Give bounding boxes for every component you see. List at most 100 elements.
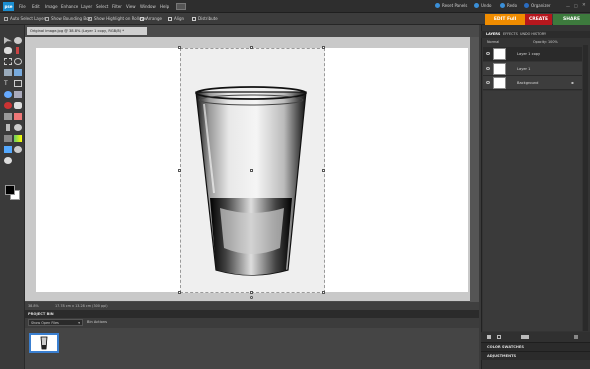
- shape-tool-icon[interactable]: [4, 146, 12, 153]
- layer-name: Background: [517, 81, 539, 85]
- red-eye-tool-icon[interactable]: [4, 102, 12, 109]
- transform-handle[interactable]: [178, 169, 181, 172]
- checkbox-icon: [88, 16, 92, 21]
- magic-wand-tool-icon[interactable]: [4, 69, 12, 76]
- checkbox-icon: [45, 16, 49, 21]
- tab-effects[interactable]: EFFECTS: [503, 32, 518, 36]
- transform-handle[interactable]: [250, 46, 253, 49]
- reset-icon: [435, 3, 440, 8]
- menu-enhance[interactable]: Enhance: [61, 4, 78, 9]
- screen-layout-icon[interactable]: [176, 3, 186, 10]
- type-tool-icon[interactable]: T: [4, 80, 12, 87]
- redo-button[interactable]: Redo: [500, 3, 517, 8]
- menu-file[interactable]: File: [19, 4, 26, 9]
- eye-icon[interactable]: [486, 52, 490, 55]
- blur-tool-icon[interactable]: [14, 146, 22, 153]
- layers-footer: [481, 332, 590, 342]
- arrange-button[interactable]: Arrange: [140, 16, 162, 21]
- document-tab[interactable]: Original image.jpg @ 38.8% (Layer 1 copy…: [27, 27, 147, 35]
- document-info: 17.78 cm x 13.28 cm (300 ppi): [55, 304, 108, 308]
- menu-edit[interactable]: Edit: [32, 4, 40, 9]
- menu-filter[interactable]: Filter: [112, 4, 122, 9]
- maximize-icon[interactable]: □: [574, 3, 578, 8]
- eye-icon[interactable]: [486, 81, 490, 84]
- move-tool-icon[interactable]: [4, 37, 12, 44]
- sponge-tool-icon[interactable]: [4, 157, 12, 164]
- opacity-label: Opacity:: [533, 40, 547, 44]
- menu-help[interactable]: Help: [160, 4, 169, 9]
- vertical-scrollbar[interactable]: [470, 37, 479, 302]
- distribute-button[interactable]: Distribute: [192, 16, 218, 21]
- align-icon: [168, 16, 172, 21]
- menu-bar: pse File Edit Image Enhance Layer Select…: [0, 0, 590, 13]
- adjustments-panel-header[interactable]: ADJUSTMENTS: [481, 351, 590, 360]
- menu-window[interactable]: Window: [140, 4, 156, 9]
- transform-handle[interactable]: [250, 291, 253, 294]
- menu-select[interactable]: Select: [96, 4, 108, 9]
- transform-handle[interactable]: [322, 169, 325, 172]
- show-highlight-option[interactable]: Show Highlight on Rollover: [88, 16, 148, 21]
- bin-actions-button[interactable]: Bin Actions: [87, 320, 107, 324]
- show-bounding-box-option[interactable]: Show Bounding Box: [45, 16, 91, 21]
- show-open-files-dropdown[interactable]: Show Open Files ▾: [28, 319, 83, 326]
- opacity-field[interactable]: 100%: [548, 40, 558, 44]
- minimize-icon[interactable]: —: [566, 4, 570, 9]
- project-bin-header[interactable]: PROJECT BIN: [25, 310, 479, 318]
- tab-layers[interactable]: LAYERS: [486, 32, 500, 36]
- healing-brush-tool-icon[interactable]: [14, 102, 22, 109]
- status-bar: 38.8% 17.78 cm x 13.28 cm (300 ppi): [25, 302, 479, 310]
- gradient-tool-icon[interactable]: [14, 135, 22, 142]
- cookie-cutter-tool-icon[interactable]: [4, 91, 12, 98]
- layer-row-layer-1-copy[interactable]: Layer 1 copy: [483, 47, 582, 61]
- eyedropper-tool-icon[interactable]: [16, 47, 19, 54]
- transform-handle[interactable]: [322, 291, 325, 294]
- close-icon[interactable]: ✕: [582, 3, 586, 8]
- layer-name: Layer 1 copy: [517, 52, 541, 56]
- align-button[interactable]: Align: [168, 16, 184, 21]
- transform-handle[interactable]: [322, 46, 325, 49]
- bin-thumbnail[interactable]: [29, 333, 59, 353]
- link-icon[interactable]: [521, 335, 529, 339]
- color-swatches-panel-header[interactable]: COLOR SWATCHES: [481, 342, 590, 351]
- quick-selection-tool-icon[interactable]: [14, 69, 22, 76]
- project-bin-controls: Show Open Files ▾ Bin Actions: [25, 318, 479, 328]
- app-logo: pse: [3, 2, 14, 11]
- clone-stamp-tool-icon[interactable]: [4, 113, 12, 120]
- rotate-handle[interactable]: [250, 296, 253, 299]
- undo-button[interactable]: Undo: [474, 3, 491, 8]
- transform-handle[interactable]: [178, 46, 181, 49]
- layer-row-layer-1[interactable]: Layer 1: [483, 62, 582, 76]
- menu-layer[interactable]: Layer: [81, 4, 92, 9]
- eraser-tool-icon[interactable]: [14, 113, 22, 120]
- zoom-level[interactable]: 38.8%: [28, 302, 39, 310]
- organizer-button[interactable]: Organizer: [524, 3, 551, 8]
- transform-handle[interactable]: [178, 291, 181, 294]
- eye-icon[interactable]: [486, 67, 490, 70]
- foreground-color-swatch-front[interactable]: [5, 185, 15, 195]
- project-bin-area: [25, 328, 479, 369]
- layer-row-background[interactable]: Background ▪: [483, 76, 582, 90]
- reset-panels-button[interactable]: Reset Panels: [435, 3, 467, 8]
- panel-scrollbar[interactable]: [583, 45, 588, 331]
- adjustment-layer-icon[interactable]: [497, 335, 501, 339]
- paint-bucket-tool-icon[interactable]: [4, 135, 12, 142]
- zoom-tool-icon[interactable]: [14, 37, 22, 44]
- menu-view[interactable]: View: [126, 4, 136, 9]
- tab-undo-history[interactable]: UNDO HISTORY: [520, 32, 546, 36]
- marquee-tool-icon[interactable]: [4, 58, 12, 65]
- hand-tool-icon[interactable]: [4, 47, 12, 54]
- menu-image[interactable]: Image: [45, 4, 58, 9]
- lasso-tool-icon[interactable]: [14, 58, 22, 65]
- auto-select-layer-option[interactable]: Auto Select Layer: [4, 16, 45, 21]
- blend-mode-dropdown[interactable]: Normal: [487, 40, 499, 44]
- smart-brush-tool-icon[interactable]: [14, 124, 22, 131]
- toolbox: T: [0, 25, 25, 369]
- crop-tool-icon[interactable]: [14, 80, 22, 87]
- new-layer-icon[interactable]: [487, 335, 491, 339]
- layer-thumbnail: [493, 77, 506, 89]
- brush-tool-icon[interactable]: [6, 124, 10, 131]
- transform-center-handle[interactable]: [250, 169, 253, 172]
- trash-icon[interactable]: [574, 335, 578, 339]
- straighten-tool-icon[interactable]: [14, 91, 22, 98]
- redo-icon: [500, 3, 505, 8]
